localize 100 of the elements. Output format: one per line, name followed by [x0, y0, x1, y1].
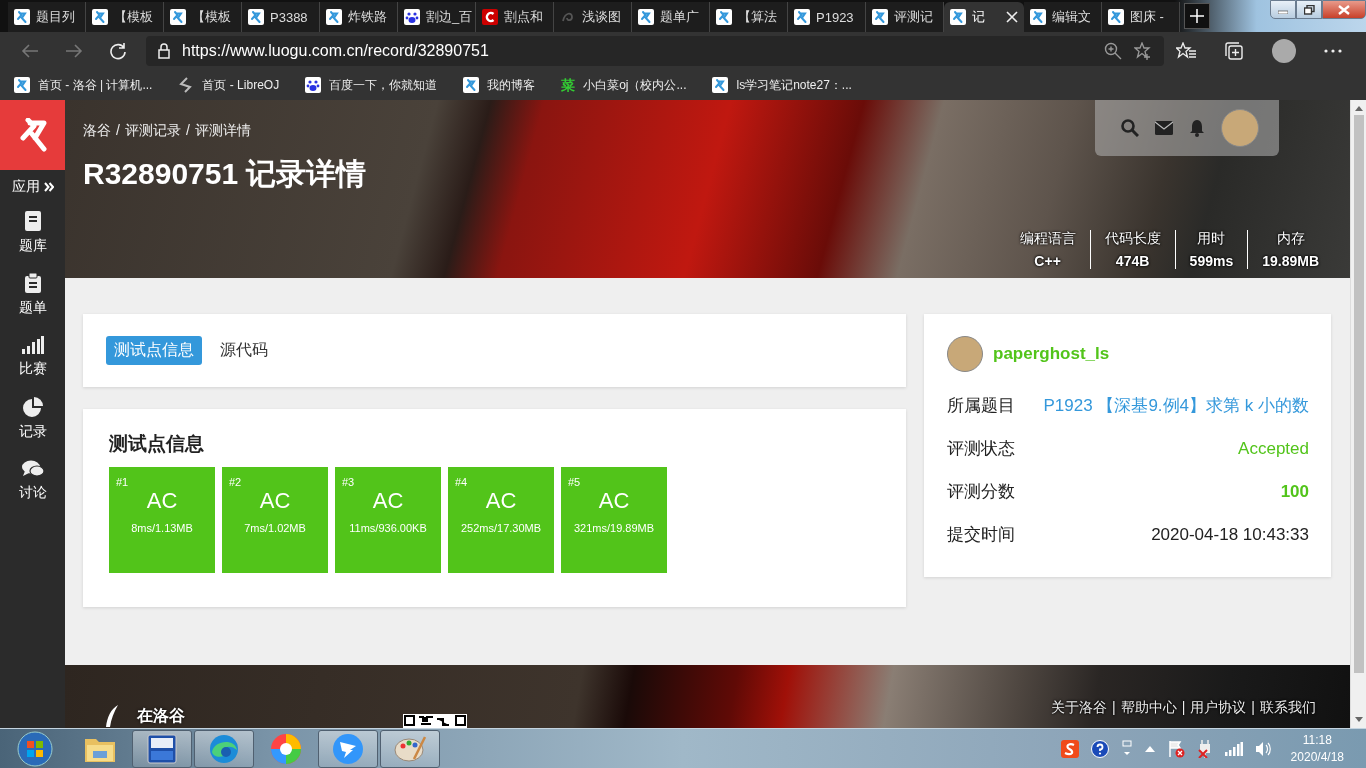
new-tab-button[interactable]	[1184, 3, 1210, 29]
star-add-icon	[1134, 42, 1152, 60]
speaker-icon	[1254, 740, 1271, 757]
bell-icon	[1189, 119, 1205, 137]
apps-menu[interactable]: 应用	[11, 178, 54, 196]
bookmark-link[interactable]: 我的博客	[463, 76, 536, 94]
mail-icon	[1155, 121, 1173, 135]
field-label: 评测状态	[947, 438, 1015, 460]
c-logo-icon	[482, 9, 498, 25]
test-case-detail: 11ms/936.00KB	[349, 522, 427, 534]
profile-avatar[interactable]	[1272, 39, 1296, 63]
field-label: 所属题目	[947, 395, 1015, 417]
double-chevron-icon	[43, 182, 54, 192]
breadcrumb-link[interactable]: 评测记录	[124, 122, 181, 140]
bookmark-link[interactable]: 菜 小白菜oj（校内公...	[561, 76, 687, 94]
score-value: 100	[1280, 481, 1309, 502]
breadcrumb-link[interactable]: 评测详情	[194, 122, 251, 140]
test-case-detail: 252ms/17.30MB	[460, 522, 542, 534]
browser-tab[interactable]: P1923	[788, 2, 866, 32]
stat-value: C++	[1034, 253, 1061, 269]
taskbar-app[interactable]	[380, 729, 440, 768]
close-icon	[1338, 4, 1350, 15]
link-separator: |	[1181, 699, 1186, 717]
browser-tab[interactable]: 割点和	[476, 2, 554, 32]
windows-icon	[1120, 739, 1133, 758]
maximize-button[interactable]	[1296, 0, 1322, 19]
favorites-icon	[1176, 42, 1196, 60]
page-title: R32890751 记录详情	[83, 156, 368, 192]
scrollbar[interactable]	[1350, 100, 1366, 728]
paw-icon	[404, 9, 420, 25]
test-case-number: #2	[229, 476, 243, 488]
link-separator: |	[1251, 699, 1255, 717]
browser-tab[interactable]: 编辑文	[1024, 2, 1102, 32]
stat-value: 599ms	[1189, 253, 1234, 269]
bookmark-link[interactable]: 首页 - LibreOJ	[178, 76, 280, 94]
sidebar-item[interactable]: 题库	[0, 202, 65, 264]
test-case-number: #4	[455, 476, 469, 488]
signal-icon	[1224, 741, 1243, 756]
browser-tab[interactable]: 题目列	[8, 2, 86, 32]
input-method-icon	[1060, 739, 1079, 758]
test-case-status: AC	[259, 488, 291, 514]
address-bar[interactable]: https://www.luogu.com.cn/record/32890751	[146, 36, 1164, 66]
browser-tab[interactable]: 记	[944, 2, 1024, 32]
browser-tab[interactable]: 评测记	[866, 2, 944, 32]
footer-link[interactable]: 联系我们	[1260, 699, 1316, 717]
sidebar-item[interactable]: 比赛	[0, 326, 65, 388]
site-logo-icon	[170, 9, 186, 25]
bookmark-link[interactable]: 百度一下，你就知道	[305, 76, 438, 94]
site-logo-icon	[638, 9, 654, 25]
browser-tab[interactable]: 割边_百	[398, 2, 476, 32]
user-avatar[interactable]	[947, 336, 983, 372]
paw-icon	[305, 77, 322, 93]
chat-icon	[21, 460, 44, 478]
sidebar-item[interactable]: 题单	[0, 264, 65, 326]
test-case-status: AC	[598, 488, 630, 514]
site-logo-icon	[794, 9, 810, 25]
field-value: 2020-04-18 10:43:33	[1151, 524, 1309, 545]
taskbar-app[interactable]	[132, 729, 192, 768]
forward-icon	[65, 43, 83, 59]
minimize-button[interactable]	[1270, 0, 1296, 19]
close-icon	[1006, 11, 1018, 23]
site-logo-icon	[463, 77, 480, 93]
site-logo[interactable]	[0, 100, 65, 170]
site-logo-icon	[1108, 9, 1124, 25]
browser-tab[interactable]: P3388	[242, 2, 320, 32]
stat-value: 474B	[1115, 253, 1150, 269]
restore-icon	[1303, 4, 1315, 15]
browser-tab[interactable]: 【模板	[164, 2, 242, 32]
sidebar-item[interactable]: 记录	[0, 388, 65, 450]
footer-link[interactable]: 关于洛谷	[1051, 699, 1108, 717]
breadcrumb-separator: /	[116, 122, 120, 140]
footer-link[interactable]: 帮助中心	[1120, 699, 1177, 717]
footer-link[interactable]: 用户协议	[1190, 699, 1247, 717]
test-case-status: AC	[485, 488, 517, 514]
browser-tab[interactable]: 炸铁路	[320, 2, 398, 32]
breadcrumb-link[interactable]: 洛谷	[83, 122, 111, 140]
browser-tab[interactable]: 图床 -	[1102, 2, 1180, 32]
browser-tab[interactable]: 【模板	[86, 2, 164, 32]
status-value: Accepted	[1238, 438, 1309, 459]
zoom-icon	[1104, 42, 1122, 60]
book-icon	[23, 211, 42, 231]
taskbar-app[interactable]	[194, 729, 254, 768]
site-logo-icon	[92, 9, 108, 25]
content-tab[interactable]: 源代码	[212, 336, 276, 365]
back-icon	[21, 43, 39, 59]
browser-tab[interactable]: 【算法	[710, 2, 788, 32]
browser-tab[interactable]: 题单广	[632, 2, 710, 32]
field-label: 提交时间	[947, 524, 1015, 546]
taskbar-app[interactable]	[318, 729, 378, 768]
link-separator: |	[1112, 699, 1116, 717]
pinwheel-icon	[270, 732, 302, 765]
search-icon	[1121, 119, 1139, 137]
bookmark-link[interactable]: 首页 - 洛谷 | 计算机...	[14, 76, 153, 94]
close-button[interactable]	[1322, 0, 1366, 19]
panel-title: 测试点信息	[109, 432, 205, 456]
windows-logo-icon	[17, 730, 53, 767]
bookmark-link[interactable]: ls学习笔记note27：...	[712, 76, 852, 94]
test-case-status: AC	[146, 488, 178, 514]
browser-tab[interactable]: 浅谈图	[554, 2, 632, 32]
sidebar-item[interactable]: 讨论	[0, 450, 65, 512]
